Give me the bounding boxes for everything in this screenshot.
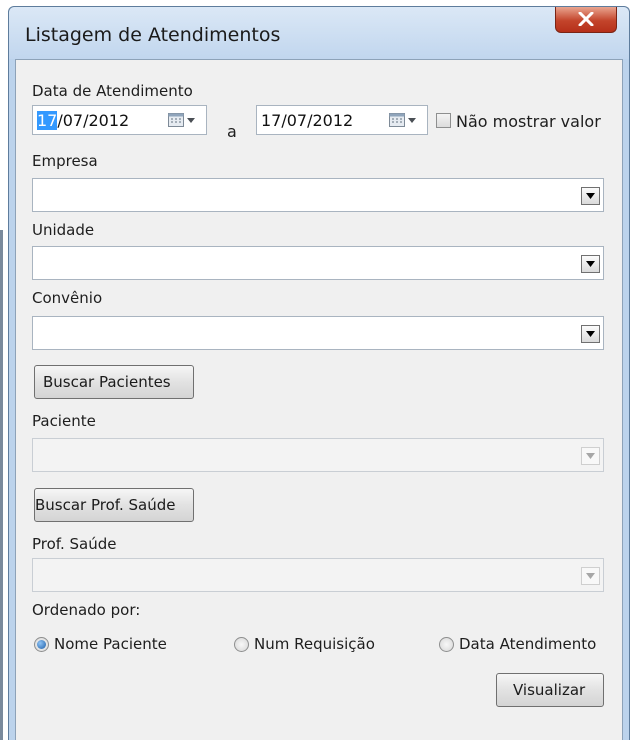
ordenado-label: Ordenado por: — [32, 601, 141, 619]
convenio-dropdown-button[interactable] — [581, 325, 600, 343]
dialog-body: Data de Atendimento 17/07/2012 a 17/07/2… — [15, 59, 623, 740]
date-to-value[interactable]: 17/07/2012 — [261, 111, 353, 130]
visualizar-label: Visualizar — [513, 681, 586, 699]
order-data-atendimento-label[interactable]: Data Atendimento — [459, 635, 596, 653]
date-from-rest: /07/2012 — [57, 111, 130, 130]
buscar-prof-saude-label: Buscar Prof. Saúde — [35, 496, 176, 514]
date-label: Data de Atendimento — [32, 82, 193, 100]
date-separator: a — [227, 122, 237, 141]
hide-value-label[interactable]: Não mostrar valor — [456, 112, 601, 131]
calendar-dropdown-icon[interactable] — [168, 112, 196, 128]
order-nome-paciente-radio[interactable] — [34, 637, 49, 652]
chevron-down-icon — [586, 453, 595, 459]
date-to-picker[interactable]: 17/07/2012 — [256, 105, 428, 135]
paciente-select[interactable] — [32, 438, 604, 472]
paciente-dropdown-button[interactable] — [581, 447, 600, 465]
unidade-dropdown-button[interactable] — [581, 255, 600, 273]
unidade-select[interactable] — [32, 246, 604, 280]
date-from-value[interactable]: 17/07/2012 — [37, 111, 129, 130]
chevron-down-icon — [586, 261, 595, 267]
empresa-label: Empresa — [32, 152, 98, 170]
prof-saude-dropdown-button[interactable] — [581, 567, 600, 585]
order-nome-paciente-label[interactable]: Nome Paciente — [54, 635, 167, 653]
prof-saude-label: Prof. Saúde — [32, 535, 117, 553]
visualizar-button[interactable]: Visualizar — [496, 673, 604, 707]
dialog-window: Listagem de Atendimentos Data de Atendim… — [8, 6, 630, 740]
date-from-day-selected: 17 — [37, 111, 58, 130]
background-edge — [0, 230, 3, 740]
date-from-picker[interactable]: 17/07/2012 — [32, 105, 207, 135]
chevron-down-icon — [586, 193, 595, 199]
order-data-atendimento-radio[interactable] — [439, 637, 454, 652]
buscar-pacientes-label: Buscar Pacientes — [43, 373, 171, 391]
close-button[interactable] — [555, 7, 617, 33]
buscar-prof-saude-button[interactable]: Buscar Prof. Saúde — [34, 488, 194, 522]
unidade-label: Unidade — [32, 221, 95, 239]
hide-value-checkbox[interactable] — [436, 113, 451, 128]
prof-saude-select[interactable] — [32, 558, 604, 592]
window-title: Listagem de Atendimentos — [25, 24, 281, 46]
empresa-select[interactable] — [32, 178, 604, 212]
title-bar[interactable]: Listagem de Atendimentos — [9, 7, 629, 59]
empresa-dropdown-button[interactable] — [581, 187, 600, 205]
calendar-dropdown-icon[interactable] — [389, 112, 417, 128]
buscar-pacientes-button[interactable]: Buscar Pacientes — [34, 365, 194, 399]
order-num-requisicao-label[interactable]: Num Requisição — [254, 635, 375, 653]
convenio-select[interactable] — [32, 316, 604, 350]
paciente-label: Paciente — [32, 412, 96, 430]
order-num-requisicao-radio[interactable] — [234, 637, 249, 652]
chevron-down-icon — [586, 573, 595, 579]
close-icon — [578, 12, 594, 26]
convenio-label: Convênio — [32, 289, 103, 307]
chevron-down-icon — [586, 331, 595, 337]
